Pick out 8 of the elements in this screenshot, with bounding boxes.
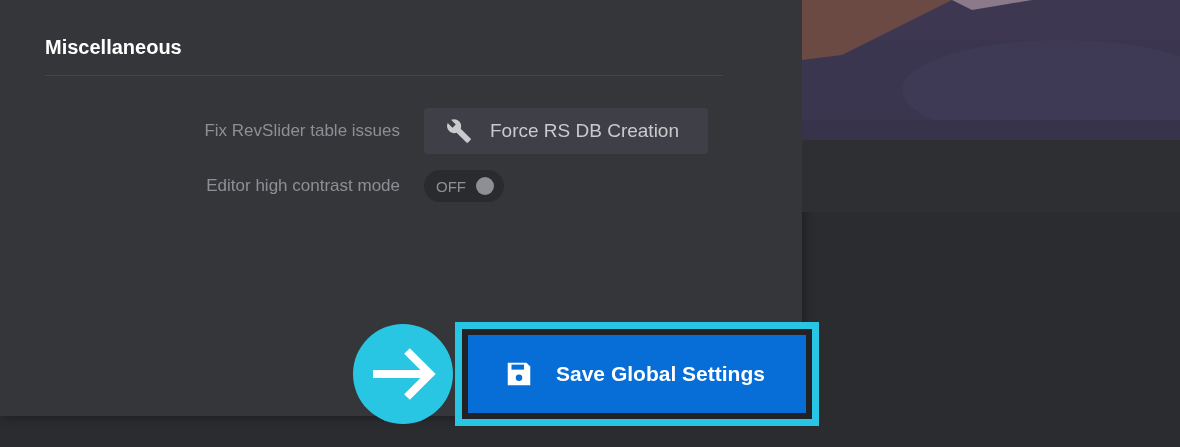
arrow-right-icon xyxy=(353,324,453,424)
wrench-icon xyxy=(446,118,472,144)
save-button[interactable]: Save Global Settings xyxy=(468,335,806,413)
toggle-switch[interactable]: OFF xyxy=(424,170,504,202)
setting-label: Editor high contrast mode xyxy=(206,176,400,196)
section-title: Miscellaneous xyxy=(45,35,183,60)
force-db-creation-button[interactable]: Force RS DB Creation xyxy=(424,108,708,154)
setting-label: Fix RevSlider table issues xyxy=(204,121,400,141)
